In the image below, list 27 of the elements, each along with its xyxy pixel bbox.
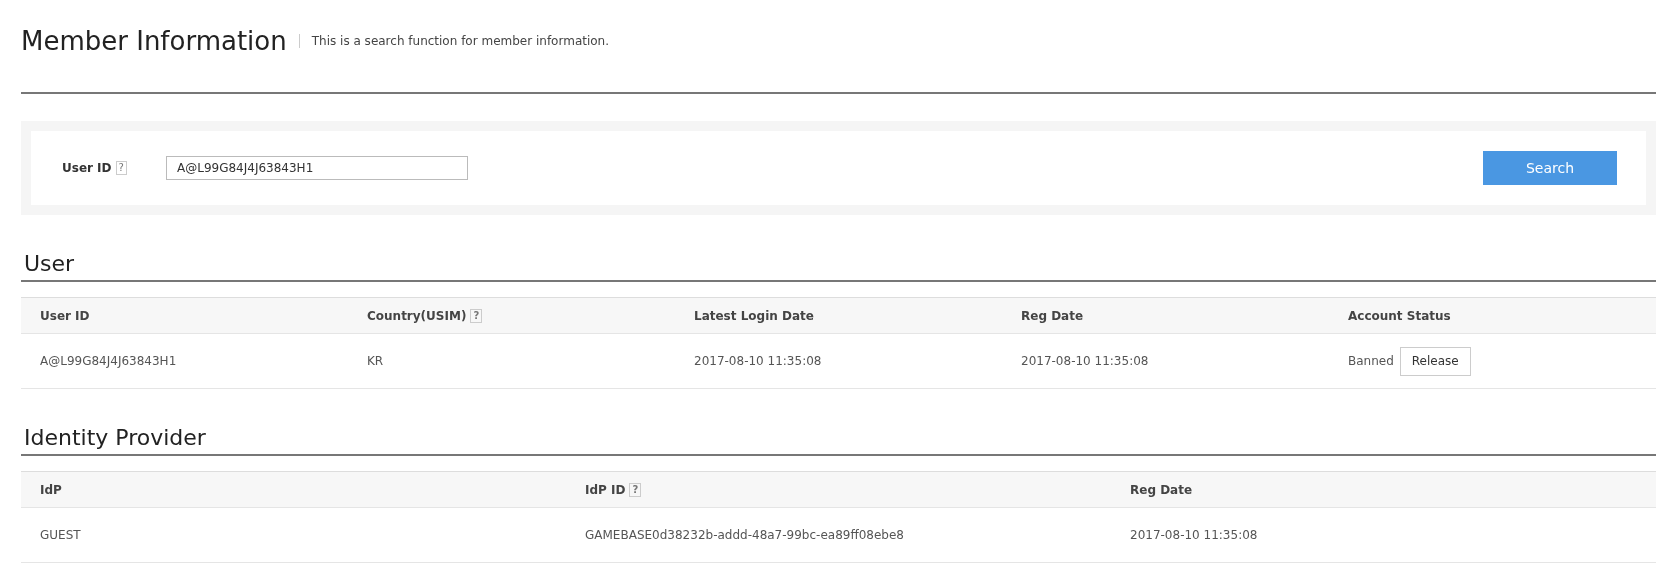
help-icon[interactable]: ? [115, 161, 127, 175]
table-cell-text: GAMEBASE0d38232b-addd-48a7-99bc-ea89ff08ebe8 [584, 528, 905, 542]
column-header: Reg Date [1130, 482, 1193, 497]
column-header: Account Status [1348, 308, 1451, 323]
help-icon[interactable]: ? [629, 482, 642, 497]
column-header: Latest Login Date [694, 308, 814, 323]
table-cell-text: 2017-08-10 11:35:08 [1020, 354, 1150, 368]
table-cell-text: 2017-08-10 11:35:08 [1129, 528, 1259, 542]
page-title: Member Information [21, 26, 287, 56]
section-title: Identity Provider [21, 425, 1656, 456]
section-title: User [21, 251, 1656, 282]
field-label: User ID [62, 161, 112, 175]
column-header: Country(USIM) [367, 308, 467, 323]
table-cell-text: GUEST [39, 528, 82, 542]
table-cell-text: KR [366, 354, 385, 368]
help-icon[interactable]: ? [470, 308, 483, 323]
table-cell-text: 2017-08-10 11:35:08 [693, 354, 823, 368]
column-header: User ID [40, 308, 90, 323]
search-button[interactable]: Search [1483, 151, 1617, 185]
release-button[interactable]: Release [1399, 346, 1471, 376]
column-header: IdP ID [585, 482, 626, 497]
column-header: IdP [40, 482, 62, 497]
user-id-input[interactable]: A@L99G84J4J63843H1 [166, 156, 468, 180]
table-cell-text: A@L99G84J4J63843H1 [39, 354, 178, 368]
account-status: Banned [1348, 354, 1394, 368]
page-description: This is a search function for member information. [298, 34, 610, 48]
column-header: Reg Date [1021, 308, 1084, 323]
